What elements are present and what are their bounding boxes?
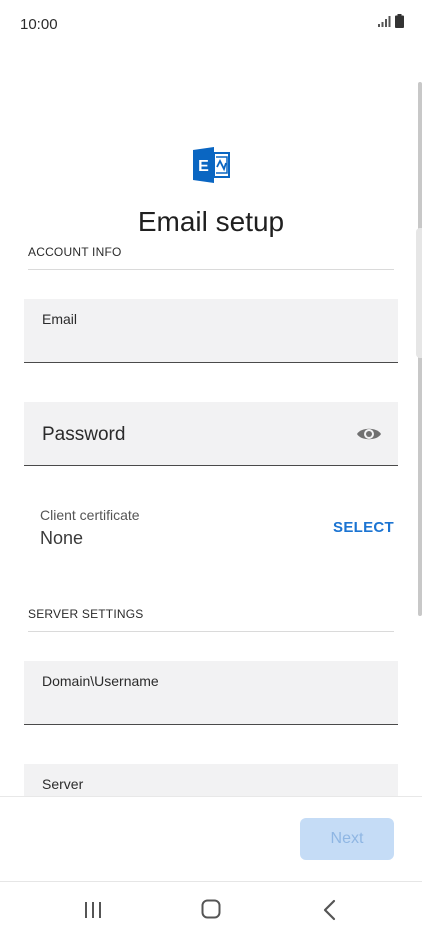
svg-text:E: E (198, 158, 209, 175)
setup-form[interactable]: E Email setup ACCOUNT INFO Email Passwor… (0, 48, 422, 796)
certificate-value: None (40, 528, 84, 548)
battery-icon (395, 14, 404, 28)
home-icon[interactable] (201, 899, 221, 919)
email-field-label: Email (42, 311, 78, 327)
server-settings-divider (28, 631, 394, 632)
exchange-logo-icon: E (193, 147, 230, 183)
account-info-header: ACCOUNT INFO (28, 245, 122, 259)
password-field-label: Password (42, 424, 126, 445)
back-icon[interactable] (322, 899, 336, 921)
status-time: 10:00 (20, 16, 58, 33)
certificate-label: Client certificate (40, 507, 140, 523)
domain-username-label: Domain\Username (42, 673, 159, 689)
recents-icon[interactable] (83, 901, 103, 919)
status-bar: 10:00 (0, 0, 422, 48)
server-field[interactable]: Server (24, 764, 398, 796)
domain-username-field[interactable]: Domain\Username (24, 661, 398, 725)
footer-bar: Next (0, 796, 422, 882)
page-title: Email setup (137, 206, 285, 237)
edge-panel-handle[interactable] (416, 228, 422, 358)
email-field[interactable]: Email (24, 299, 398, 363)
signal-icon (378, 16, 391, 27)
status-icons (378, 14, 404, 28)
navigation-bar (0, 881, 422, 938)
password-field[interactable]: Password (24, 402, 398, 466)
server-label: Server (42, 776, 84, 792)
next-button[interactable]: Next (300, 818, 394, 860)
account-info-divider (28, 269, 394, 270)
select-certificate-button[interactable]: SELECT (333, 519, 394, 536)
eye-icon[interactable] (356, 424, 382, 444)
server-settings-header: SERVER SETTINGS (28, 607, 144, 621)
